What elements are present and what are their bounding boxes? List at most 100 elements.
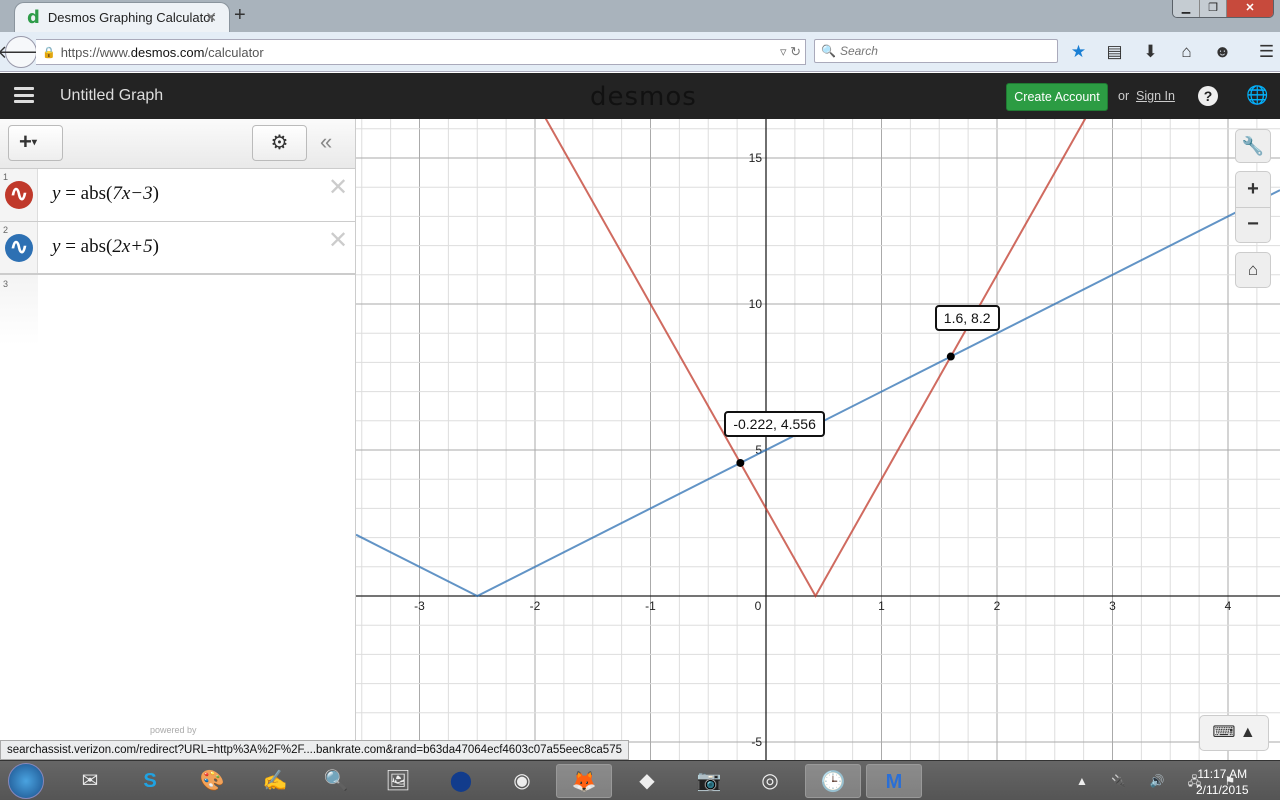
- expression-math[interactable]: y = abs(2x+5): [52, 236, 159, 258]
- scheduler-icon[interactable]: 🕒: [805, 764, 861, 798]
- sign-in-link[interactable]: Sign In: [1136, 89, 1175, 103]
- graph-settings-wrench-icon[interactable]: 🔧: [1235, 129, 1271, 163]
- tab-title: Desmos Graphing Calculator: [47, 10, 215, 25]
- desmos-favicon: d: [27, 7, 40, 28]
- chat-icon[interactable]: ☻: [1212, 42, 1233, 62]
- x-tick-label: 2: [994, 599, 1001, 613]
- thunderbird-icon[interactable]: ✉: [70, 764, 110, 798]
- start-button[interactable]: [8, 763, 44, 799]
- y-tick-label: -5: [751, 735, 762, 749]
- expr-arg: 7x−3: [112, 183, 153, 204]
- collapse-list-icon[interactable]: «: [320, 129, 332, 155]
- empty-expression-row[interactable]: 3: [0, 275, 38, 345]
- x-tick-label: 3: [1109, 599, 1116, 613]
- zoom-out-button[interactable]: −: [1236, 208, 1270, 243]
- delete-expression-icon[interactable]: ✕: [328, 173, 348, 202]
- x-tick-label: 4: [1225, 599, 1232, 613]
- expression-number: 3: [3, 279, 9, 289]
- expression-number: 2: [3, 225, 9, 235]
- firefox-icon[interactable]: 🦊: [556, 764, 612, 798]
- reading-list-icon[interactable]: ▤: [1104, 42, 1125, 62]
- or-text: or: [1118, 89, 1130, 103]
- graph-canvas[interactable]: -3 -2 -1 0 1 2 3 415105-5: [356, 119, 1280, 760]
- expr-lhs: y: [52, 236, 61, 257]
- clock-time: 11:17 AM: [1197, 767, 1248, 781]
- photo-viewer-icon[interactable]: 🖼: [378, 764, 418, 798]
- add-item-button[interactable]: +▾: [8, 125, 63, 161]
- restore-button[interactable]: ❐: [1200, 0, 1227, 17]
- handwriting-app-icon[interactable]: ✍: [255, 764, 295, 798]
- new-tab-button[interactable]: +: [234, 4, 246, 27]
- clock-date: 2/11/2015: [1196, 783, 1249, 797]
- powered-by-text: powered by: [150, 725, 197, 735]
- delete-expression-icon[interactable]: ✕: [328, 226, 348, 255]
- bookmark-star-icon[interactable]: ★: [1068, 42, 1089, 62]
- expression-gutter: 1 ∿: [0, 169, 38, 221]
- graph-title[interactable]: Untitled Graph: [60, 87, 163, 105]
- expression-number: 1: [3, 172, 9, 182]
- keyboard-icon: ⌨: [1212, 724, 1236, 741]
- back-button[interactable]: 🡐: [0, 36, 45, 68]
- hamburger-menu-icon[interactable]: [14, 87, 34, 103]
- reload-icon[interactable]: ▿ ↻: [780, 44, 801, 60]
- url-bar[interactable]: 🔒 https://www. desmos.com/calculator ▿ ↻: [36, 39, 806, 65]
- x-tick-label: 0: [755, 599, 762, 613]
- toolbar-icons: ★ ▤ ⬇ ⌂ ☻ ☰: [1068, 42, 1277, 62]
- point-coordinate-label: -0.222, 4.556: [724, 410, 825, 437]
- intersection-point: [736, 458, 745, 467]
- expression-row[interactable]: 1 ∿ y = abs(7x−3) ✕: [0, 169, 355, 222]
- graph-paper[interactable]: -3 -2 -1 0 1 2 3 4 15 10 5 -5 🔧 + − ⌂ ⌨ ▲ -0.222, 4…: [356, 119, 1280, 760]
- browser-tab[interactable]: d Desmos Graphing Calculator ✕: [14, 2, 230, 32]
- intersection-point: [946, 352, 955, 361]
- url-domain: desmos.com: [130, 44, 205, 60]
- lock-icon: 🔒: [42, 46, 56, 59]
- chrome-icon[interactable]: ◉: [502, 764, 542, 798]
- window-controls: ▁ ❐ ✕: [1172, 0, 1274, 18]
- desmos-logo: desmos: [590, 82, 697, 112]
- y-tick-label: 15: [749, 151, 763, 165]
- zoom-in-button[interactable]: +: [1236, 172, 1270, 208]
- keypad-toggle-button[interactable]: ⌨ ▲: [1199, 715, 1269, 751]
- link-status-bar: searchassist.verizon.com/redirect?URL=ht…: [0, 740, 629, 760]
- expression-gutter: 2 ∿: [0, 222, 38, 273]
- document-search-icon[interactable]: 🔍: [316, 764, 356, 798]
- point-coordinate-label: 1.6, 8.2: [934, 304, 1000, 331]
- app-slash-icon[interactable]: ⬤: [441, 764, 481, 798]
- x-tick-label: -1: [645, 599, 656, 613]
- graph-visibility-icon[interactable]: ∿: [5, 234, 33, 262]
- zoom-controls: + −: [1235, 171, 1271, 243]
- book-app-icon[interactable]: ◆: [627, 764, 667, 798]
- expression-row[interactable]: 2 ∿ y = abs(2x+5) ✕: [0, 222, 355, 275]
- search-input[interactable]: 🔍 Search: [814, 39, 1058, 63]
- help-icon[interactable]: ?: [1198, 86, 1218, 106]
- create-account-button[interactable]: Create Account: [1006, 83, 1108, 111]
- paint-icon[interactable]: 🎨: [192, 764, 232, 798]
- y-tick-label: 10: [749, 297, 763, 311]
- settings-gear-icon[interactable]: ⚙: [252, 125, 307, 161]
- taskbar-clock[interactable]: 11:17 AM 2/11/2015: [1196, 766, 1249, 798]
- minimize-button[interactable]: ▁: [1173, 0, 1200, 17]
- download-icon[interactable]: ⬇: [1140, 42, 1161, 62]
- tab-close-icon[interactable]: ✕: [205, 9, 217, 26]
- malwarebytes-icon[interactable]: M: [866, 764, 922, 798]
- language-globe-icon[interactable]: 🌐: [1246, 85, 1268, 106]
- x-tick-label: -3: [414, 599, 425, 613]
- camera-icon[interactable]: 📷: [689, 764, 729, 798]
- graph-visibility-icon[interactable]: ∿: [5, 181, 33, 209]
- default-viewport-home-icon[interactable]: ⌂: [1235, 252, 1271, 288]
- close-window-button[interactable]: ✕: [1227, 0, 1273, 17]
- url-prefix: https://www.: [60, 44, 131, 60]
- home-icon[interactable]: ⌂: [1176, 42, 1197, 62]
- expression-list: +▾ ⚙ « 1 ∿ y = abs(7x−3) ✕ 2 ∿ y = abs(2…: [0, 119, 356, 760]
- windows-taskbar: ✉ S 🎨 ✍ 🔍 🖼 ⬤ ◉ 🦊 ◆ 📷 ◎ 🕒 M ▲ 🔌 🔊 🖧 ⚑ 11…: [0, 760, 1280, 800]
- navigation-bar: 🡐 🔒 https://www. desmos.com/calculator ▿ …: [0, 32, 1280, 72]
- menu-icon[interactable]: ☰: [1256, 42, 1277, 62]
- expression-math[interactable]: y = abs(7x−3): [52, 183, 159, 205]
- skype-icon[interactable]: S: [130, 764, 170, 798]
- expression-toolbar: +▾ ⚙ «: [0, 119, 355, 169]
- expr-lhs: y: [52, 183, 61, 204]
- search-icon: 🔍: [821, 44, 836, 58]
- expr-fn: abs: [80, 236, 106, 257]
- x-tick-label: -2: [530, 599, 541, 613]
- webcam-icon[interactable]: ◎: [750, 764, 790, 798]
